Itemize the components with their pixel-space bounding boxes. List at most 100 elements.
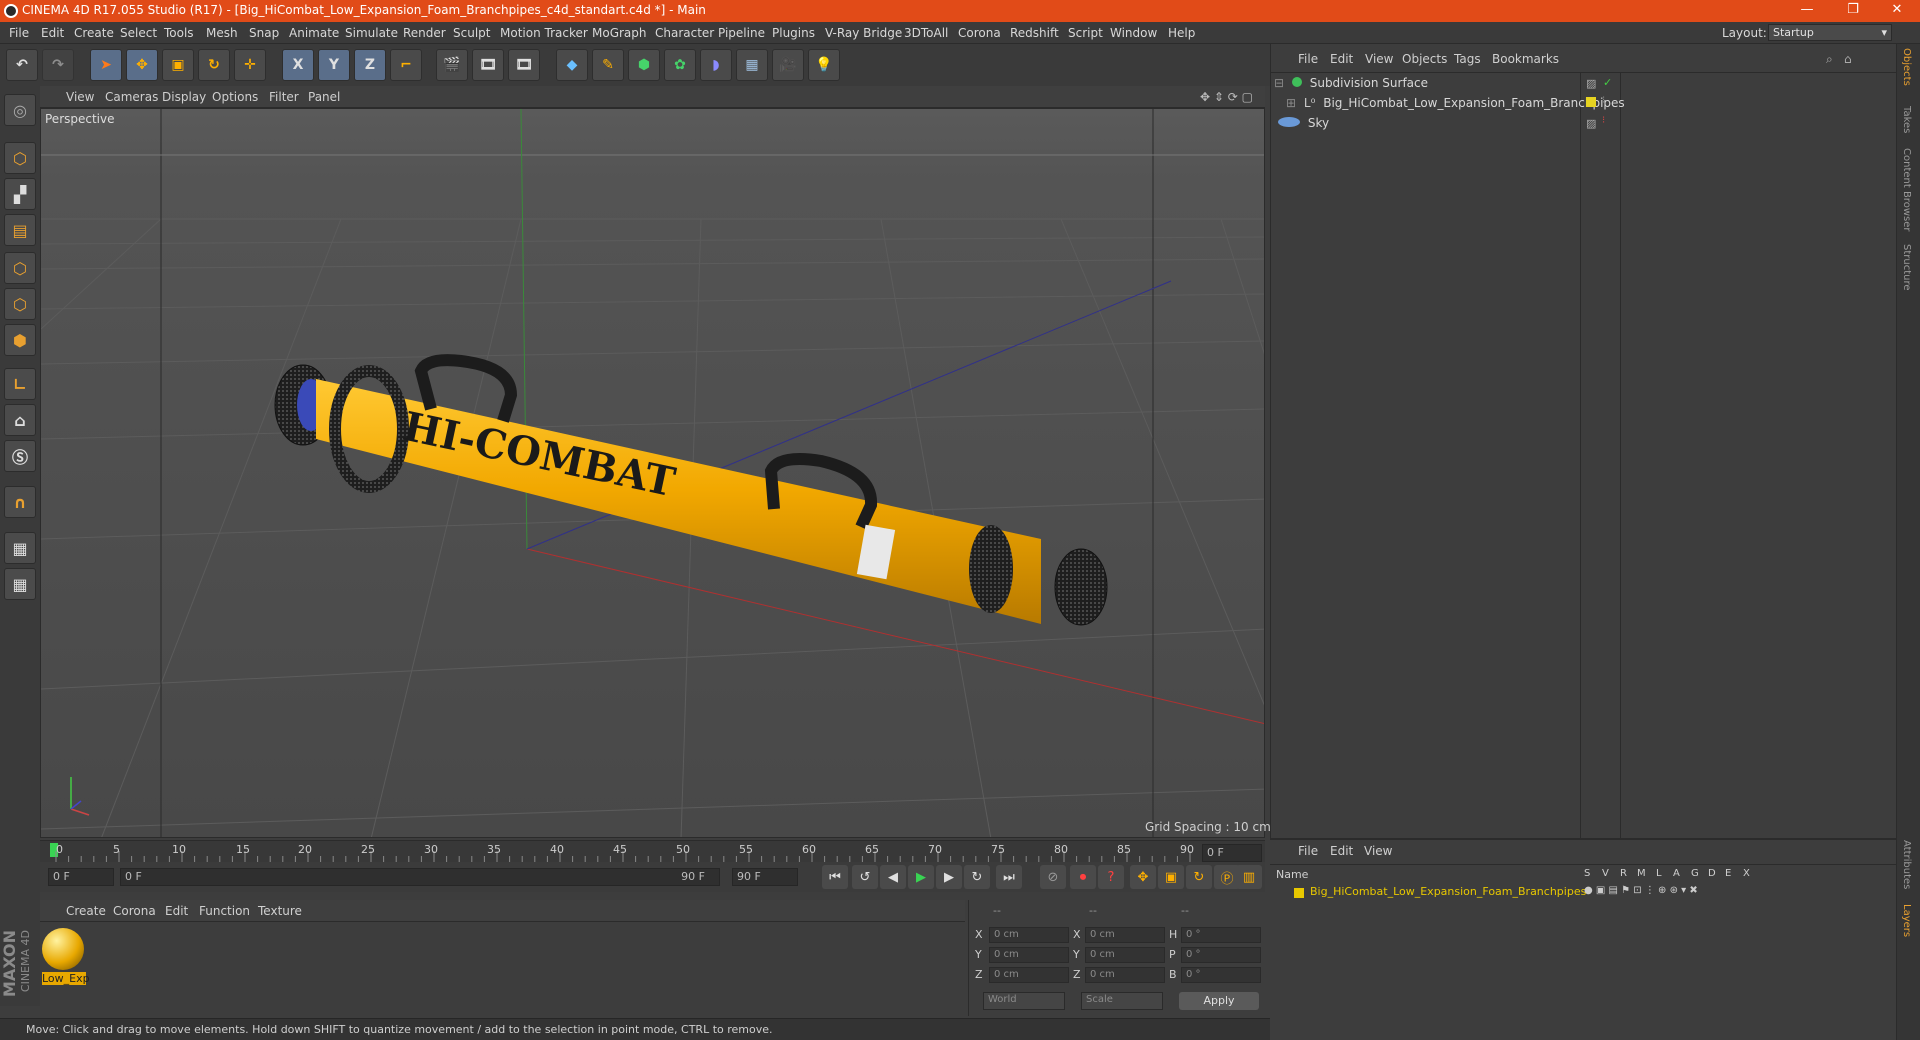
object-row-branchpipes[interactable]: ⊞ L⁰ Big_HiCombat_Low_Expansion_Foam_Bra… xyxy=(1274,96,1625,114)
menu-edit[interactable]: Edit xyxy=(41,26,64,40)
menu-corona[interactable]: Corona xyxy=(958,26,1001,40)
z-axis-button[interactable]: Z xyxy=(354,49,386,81)
visibility-toggle-icon[interactable]: ▨ xyxy=(1586,77,1596,90)
search-icon[interactable]: ⌕ xyxy=(1826,52,1833,67)
coordinate-system-button[interactable]: ⌐ xyxy=(390,49,422,81)
viewport-menu-view[interactable]: View xyxy=(66,90,94,104)
deformer-button[interactable]: ◗ xyxy=(700,49,732,81)
record-disabled-button[interactable]: ⊘ xyxy=(1040,865,1066,889)
tab-objects[interactable]: Objects xyxy=(1901,48,1912,86)
layer-menu-edit[interactable]: Edit xyxy=(1330,844,1353,858)
object-row-subdivision[interactable]: ⊟ Subdivision Surface xyxy=(1274,76,1576,94)
size-x-field[interactable]: 0 cm xyxy=(1085,927,1165,943)
menu-simulate[interactable]: Simulate xyxy=(345,26,398,40)
tab-content-browser[interactable]: Content Browser xyxy=(1901,148,1912,231)
frame-range-slider[interactable]: 0 F 90 F xyxy=(120,868,720,886)
obj-menu-tags[interactable]: Tags xyxy=(1454,52,1481,66)
viewport-menu-options[interactable]: Options xyxy=(212,90,258,104)
workplane-mode-button[interactable]: ▤ xyxy=(4,214,36,246)
render-picture-viewer-button[interactable]: 🎞 xyxy=(472,49,504,81)
layout-select[interactable]: Startup ▾ xyxy=(1768,24,1892,41)
x-axis-button[interactable]: X xyxy=(282,49,314,81)
enabled-check-icon[interactable]: ✓ xyxy=(1603,76,1612,89)
menu-vray-bridge[interactable]: V-Ray Bridge xyxy=(825,26,902,40)
coord-system-select[interactable]: World xyxy=(983,992,1065,1010)
menu-render[interactable]: Render xyxy=(403,26,446,40)
axis-mode-button[interactable]: ∟ xyxy=(4,368,36,400)
position-x-field[interactable]: 0 cm xyxy=(989,927,1069,943)
position-z-field[interactable]: 0 cm xyxy=(989,967,1069,983)
viewport-menu-display[interactable]: Display xyxy=(162,90,206,104)
tab-attributes[interactable]: Attributes xyxy=(1901,840,1912,889)
viewport-nav-icons[interactable]: ✥ ⇕ ⟳ ▢ xyxy=(1200,90,1253,104)
expand-icon[interactable]: ⊟ xyxy=(1274,76,1284,90)
make-editable-button[interactable]: ◎ xyxy=(4,94,36,126)
timeline-window-button[interactable]: ▥ xyxy=(1236,865,1262,889)
key-scale-button[interactable]: ▣ xyxy=(1158,865,1184,889)
perspective-viewport[interactable]: HI-COMBAT xyxy=(40,108,1265,838)
menu-file[interactable]: File xyxy=(9,26,29,40)
tab-layers[interactable]: Layers xyxy=(1901,904,1912,937)
menu-select[interactable]: Select xyxy=(120,26,157,40)
edge-mode-button[interactable]: ⬡ xyxy=(4,288,36,320)
obj-menu-file[interactable]: File xyxy=(1298,52,1318,66)
dots-icon[interactable]: ⁝ xyxy=(1602,95,1605,106)
layer-menu-view[interactable]: View xyxy=(1364,844,1392,858)
apply-button[interactable]: Apply xyxy=(1179,992,1259,1010)
viewport-menu-cameras[interactable]: Cameras xyxy=(105,90,158,104)
restore-button[interactable]: ❐ xyxy=(1830,0,1876,22)
dots-icon[interactable]: ⁝ xyxy=(1602,115,1605,126)
tweak-mode-button[interactable]: ⌂ xyxy=(4,404,36,436)
menu-motion-tracker[interactable]: Motion Tracker xyxy=(500,26,588,40)
previous-frame-button[interactable]: ◀ xyxy=(880,865,906,889)
next-frame-button[interactable]: ▶ xyxy=(936,865,962,889)
menu-script[interactable]: Script xyxy=(1068,26,1103,40)
layer-toggle-icons[interactable]: ● ▣ ▤ ⚑ ⊡ ⋮ ⊕ ⊛ ▾ ✖ xyxy=(1584,885,1698,896)
mat-menu-create[interactable]: Create xyxy=(66,904,106,918)
mat-menu-edit[interactable]: Edit xyxy=(165,904,188,918)
render-settings-button[interactable]: 🎞 xyxy=(508,49,540,81)
magnet-button[interactable]: ∩ xyxy=(4,486,36,518)
rotate-tool-button[interactable]: ↻ xyxy=(198,49,230,81)
render-view-button[interactable]: 🎬 xyxy=(436,49,468,81)
tab-structure[interactable]: Structure xyxy=(1901,244,1912,291)
mat-menu-corona[interactable]: Corona xyxy=(113,904,156,918)
start-frame-field[interactable]: 0 F xyxy=(48,868,114,886)
home-icon[interactable]: ⌂ xyxy=(1844,52,1852,66)
end-frame-field[interactable]: 90 F xyxy=(732,868,798,886)
object-row-sky[interactable]: Sky xyxy=(1274,116,1576,134)
rotation-p-field[interactable]: 0 ° xyxy=(1181,947,1261,963)
go-to-end-button[interactable]: ⏭ xyxy=(996,865,1022,889)
go-to-start-button[interactable]: ⏮ xyxy=(822,865,848,889)
scale-tool-button[interactable]: ▣ xyxy=(162,49,194,81)
previous-key-button[interactable]: ↺ xyxy=(852,865,878,889)
mat-menu-texture[interactable]: Texture xyxy=(258,904,302,918)
polygon-mode-button[interactable]: ⬢ xyxy=(4,324,36,356)
rotation-b-field[interactable]: 0 ° xyxy=(1181,967,1261,983)
camera-button[interactable]: 🎥 xyxy=(772,49,804,81)
move-tool-button[interactable]: ✥ xyxy=(126,49,158,81)
menu-animate[interactable]: Animate xyxy=(289,26,339,40)
cube-button[interactable]: ◆ xyxy=(556,49,588,81)
record-button[interactable]: ⏺ xyxy=(1070,865,1096,889)
obj-menu-edit[interactable]: Edit xyxy=(1330,52,1353,66)
live-selection-button[interactable]: ➤ xyxy=(90,49,122,81)
light-button[interactable]: 💡 xyxy=(808,49,840,81)
cloner-button[interactable]: ✿ xyxy=(664,49,696,81)
obj-menu-view[interactable]: View xyxy=(1365,52,1393,66)
recent-tool-button[interactable]: ✛ xyxy=(234,49,266,81)
workplane-rotate-button[interactable]: ▦ xyxy=(4,568,36,600)
menu-plugins[interactable]: Plugins xyxy=(772,26,815,40)
size-z-field[interactable]: 0 cm xyxy=(1085,967,1165,983)
rotation-h-field[interactable]: 0 ° xyxy=(1181,927,1261,943)
menu-character[interactable]: Character xyxy=(655,26,714,40)
close-button[interactable]: ✕ xyxy=(1874,0,1920,22)
subdivision-button[interactable]: ⬢ xyxy=(628,49,660,81)
menu-redshift[interactable]: Redshift xyxy=(1010,26,1059,40)
point-mode-button[interactable]: ⬡ xyxy=(4,252,36,284)
workplane-lock-button[interactable]: ▦ xyxy=(4,532,36,564)
menu-sculpt[interactable]: Sculpt xyxy=(453,26,490,40)
layer-row[interactable]: Big_HiCombat_Low_Expansion_Foam_Branchpi… xyxy=(1270,884,1896,902)
menu-mesh[interactable]: Mesh xyxy=(206,26,238,40)
menu-mograph[interactable]: MoGraph xyxy=(592,26,647,40)
